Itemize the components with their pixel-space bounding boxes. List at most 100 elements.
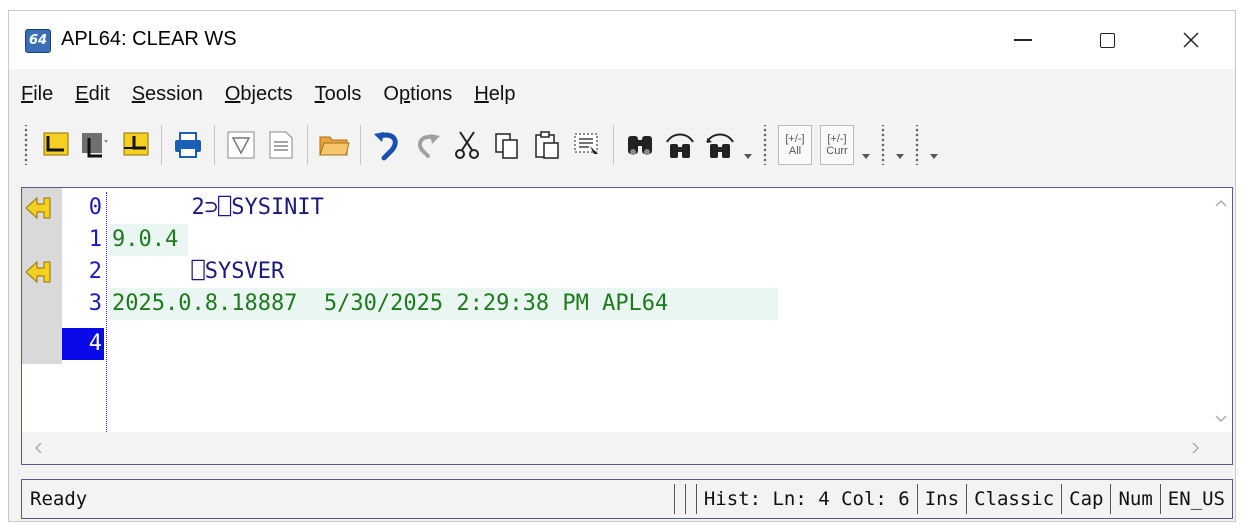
cut-icon — [455, 131, 479, 159]
cut-button[interactable] — [449, 123, 485, 167]
toolbar-separator — [307, 125, 308, 165]
expand-curr-top-label: [+/-] — [827, 133, 847, 145]
toolbar-separator — [161, 125, 162, 165]
maximize-icon — [1099, 32, 1115, 48]
find-icon — [628, 136, 652, 155]
title-bar[interactable]: 64 APL64: CLEAR WS — [9, 11, 1235, 69]
menu-options[interactable]: Options — [374, 83, 461, 106]
find-next-button[interactable] — [702, 123, 738, 167]
paste-icon — [535, 131, 559, 159]
toolbar-separator — [214, 125, 215, 165]
toolbar-overflow-button[interactable] — [926, 123, 942, 167]
menu-objects[interactable]: Objects — [216, 83, 302, 106]
toolbar-grip[interactable] — [880, 125, 886, 165]
expand-curr-bottom-label: Curr — [826, 145, 848, 157]
menu-help[interactable]: Help — [465, 83, 524, 106]
chevron-down-icon — [744, 154, 752, 159]
session-line[interactable]: 0 2⊃⎕SYSINIT — [22, 192, 1232, 224]
status-num-lock: Num — [1110, 484, 1159, 514]
menu-file[interactable]: File — [9, 83, 62, 106]
scroll-left-icon[interactable] — [32, 441, 46, 455]
copy-icon — [495, 133, 518, 159]
session-pane[interactable]: 0 2⊃⎕SYSINIT 1 9.0.4 2 ⎕SYSVER 3 2025.0.… — [21, 187, 1233, 465]
status-caps-lock: Cap — [1061, 484, 1110, 514]
open-editor-icon — [123, 132, 149, 156]
line-number: 3 — [88, 291, 102, 316]
scroll-down-icon[interactable] — [1214, 412, 1228, 426]
expand-all-button[interactable]: [+/-] All — [778, 125, 812, 165]
minimize-icon — [1014, 39, 1032, 41]
find-button[interactable] — [622, 123, 658, 167]
current-line-number: 4 — [62, 328, 104, 360]
paste-button[interactable] — [529, 123, 565, 167]
status-bar: Ready Hist: Ln: 4 Col: 6 Ins Classic Cap… — [21, 479, 1233, 519]
status-empty-panel — [684, 484, 696, 514]
document-icon — [269, 131, 293, 159]
chevron-down-icon — [930, 154, 938, 159]
expand-all-top-label: [+/-] — [785, 133, 805, 145]
open-editor-button[interactable] — [117, 123, 153, 167]
line-number: 1 — [88, 227, 102, 252]
undo-button[interactable] — [369, 123, 405, 167]
line-number: 0 — [88, 195, 102, 220]
find-previous-button[interactable] — [662, 123, 698, 167]
toolbar-grip[interactable] — [762, 125, 768, 165]
session-line[interactable]: 2 ⎕SYSVER — [22, 256, 1232, 288]
print-icon — [175, 132, 201, 158]
copy-button[interactable] — [489, 123, 525, 167]
input-marker-icon — [25, 196, 51, 220]
menu-bar: File Edit Session Objects Tools Options … — [9, 77, 1235, 111]
toolbar-overflow-button[interactable] — [740, 123, 756, 167]
session-line[interactable]: 3 2025.0.8.18887 5/30/2025 2:29:38 PM AP… — [22, 288, 1232, 320]
input-marker-icon — [25, 260, 51, 284]
open-folder-icon — [319, 136, 350, 156]
toolbar-grip[interactable] — [23, 125, 29, 165]
menu-session[interactable]: Session — [123, 83, 212, 106]
status-history-position: Hist: Ln: 4 Col: 6 — [695, 484, 917, 514]
menu-edit[interactable]: Edit — [66, 83, 118, 106]
new-session-button[interactable] — [37, 123, 73, 167]
line-text: 2025.0.8.18887 5/30/2025 2:29:38 PM APL6… — [112, 291, 669, 316]
chevron-down-icon — [862, 154, 870, 159]
new-session-icon — [43, 132, 69, 156]
new-fn-icon — [82, 133, 108, 158]
open-folder-button[interactable] — [316, 123, 352, 167]
toolbar-overflow-button[interactable] — [892, 123, 908, 167]
status-panels: Hist: Ln: 4 Col: 6 Ins Classic Cap Num E… — [673, 480, 1232, 518]
document-button[interactable] — [263, 123, 299, 167]
session-line[interactable]: 1 9.0.4 — [22, 224, 1232, 256]
select-all-button[interactable] — [569, 123, 605, 167]
new-function-button[interactable] — [77, 123, 113, 167]
close-icon — [1183, 32, 1199, 48]
select-all-icon — [574, 133, 598, 158]
scroll-right-icon[interactable] — [1188, 441, 1202, 455]
line-text: 9.0.4 — [112, 227, 179, 252]
app-logo-icon: 64 — [25, 29, 51, 53]
minimize-button[interactable] — [983, 11, 1063, 69]
close-button[interactable] — [1151, 11, 1231, 69]
toolbar-separator — [360, 125, 361, 165]
line-number: 2 — [88, 259, 102, 284]
toolbar-grip[interactable] — [914, 125, 920, 165]
toolbar-overflow-button[interactable] — [858, 123, 874, 167]
toolbar-separator — [613, 125, 614, 165]
chevron-down-icon — [896, 154, 904, 159]
window-title: APL64: CLEAR WS — [61, 28, 237, 50]
maximize-button[interactable] — [1067, 11, 1147, 69]
app-window: 64 APL64: CLEAR WS File Edit Session Obj… — [8, 10, 1236, 522]
menu-tools[interactable]: Tools — [306, 83, 371, 106]
horizontal-scrollbar[interactable] — [22, 432, 1232, 464]
status-locale: EN_US — [1159, 484, 1232, 514]
line-text: ⎕SYSVER — [112, 259, 285, 284]
filter-button[interactable] — [223, 123, 259, 167]
scroll-up-icon[interactable] — [1214, 196, 1228, 210]
expand-current-button[interactable]: [+/-] Curr — [820, 125, 854, 165]
session-line-current[interactable]: 4 — [22, 328, 1232, 360]
print-button[interactable] — [170, 123, 206, 167]
redo-icon — [417, 134, 440, 158]
find-previous-icon — [666, 133, 694, 158]
redo-button[interactable] — [409, 123, 445, 167]
undo-icon — [374, 132, 398, 161]
vertical-scrollbar[interactable] — [1210, 188, 1232, 432]
status-keyboard: Classic — [966, 484, 1061, 514]
